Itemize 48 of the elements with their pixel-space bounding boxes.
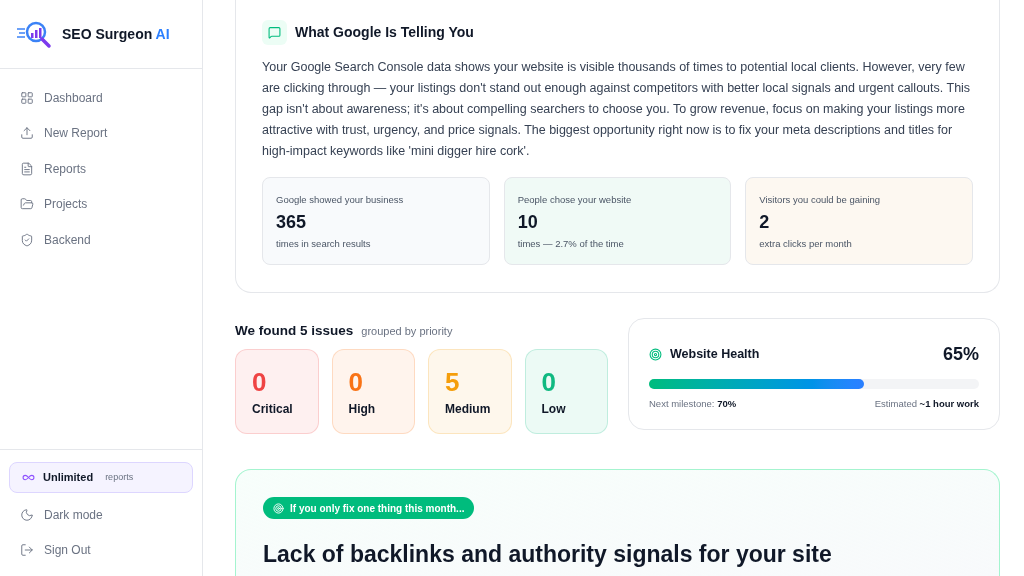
insight-text: Your Google Search Console data shows your website is visible thousands of times to potential local clients. However, very few are clicking through — your listings don't stand out enough against competitors with better local signals and urgent callouts. This gap isn't about awareness; it's about compelling searchers to choose you. To grow revenue, focus on making your listings more attractive with trust, urgency, and price signals. The biggest opportunity right now is to fix your meta descriptions and titles for high-impact keywords like 'mini digger hire cork'. <box>262 59 972 160</box>
grid-icon <box>20 90 34 105</box>
nav-item[interactable]: Reports <box>0 151 202 187</box>
shield-icon <box>20 232 34 247</box>
issue-count: 0 <box>252 365 268 398</box>
moon-icon <box>20 507 34 522</box>
stat-label: People chose your website <box>517 193 633 207</box>
nav-item[interactable]: Backend <box>0 222 202 258</box>
plan-note: reports <box>105 470 134 484</box>
focus-badge: If you only fix one thing this month... <box>263 497 475 520</box>
issue-level: High <box>348 400 377 418</box>
nav-item[interactable]: Sign Out <box>0 532 202 568</box>
logo-icon <box>16 19 54 49</box>
nav-item[interactable]: New Report <box>0 115 202 151</box>
brand-name: SEO Surgeon AI <box>62 24 170 44</box>
folder-icon <box>20 197 34 212</box>
health-title: Website Health <box>670 345 760 363</box>
nav-item[interactable]: Dark mode <box>0 497 202 533</box>
issue-level: Medium <box>445 400 492 418</box>
issue-count: 0 <box>348 365 364 398</box>
stat-value: 10 <box>517 211 539 235</box>
target-icon <box>649 347 662 361</box>
sign-out-icon <box>20 543 34 558</box>
issues-title: We found 5 issues <box>235 321 354 340</box>
chat-icon <box>262 20 287 45</box>
document-icon <box>20 161 34 176</box>
stat-label: Visitors you could be gaining <box>759 193 882 207</box>
health-percent: 65% <box>942 342 979 366</box>
stat-note: times in search results <box>276 237 372 252</box>
target-icon <box>273 502 284 514</box>
issue-count: 5 <box>445 365 461 398</box>
focus-title: Lack of backlinks and authority signals for your site <box>263 539 833 569</box>
milestone-text: Next milestone: 70% <box>649 396 737 411</box>
issue-count: 0 <box>541 365 557 398</box>
issue-level: Critical <box>252 400 294 418</box>
upload-icon <box>20 126 34 141</box>
stat-note: times — 2.7% of the time <box>517 237 625 252</box>
issue-level: Low <box>541 400 567 418</box>
stat-value: 2 <box>759 211 771 235</box>
issues-subtitle: grouped by priority <box>361 323 453 339</box>
nav-item[interactable]: Dashboard <box>0 80 202 116</box>
stat-note: extra clicks per month <box>759 237 853 252</box>
stat-label: Google showed your business <box>276 193 405 207</box>
estimate-text: Estimated ~1 hour work <box>874 396 979 411</box>
card-title: What Google Is Telling You <box>295 23 474 42</box>
stat-value: 365 <box>276 211 308 235</box>
nav-item[interactable]: Projects <box>0 186 202 222</box>
plan-label: Unlimited <box>43 470 94 486</box>
